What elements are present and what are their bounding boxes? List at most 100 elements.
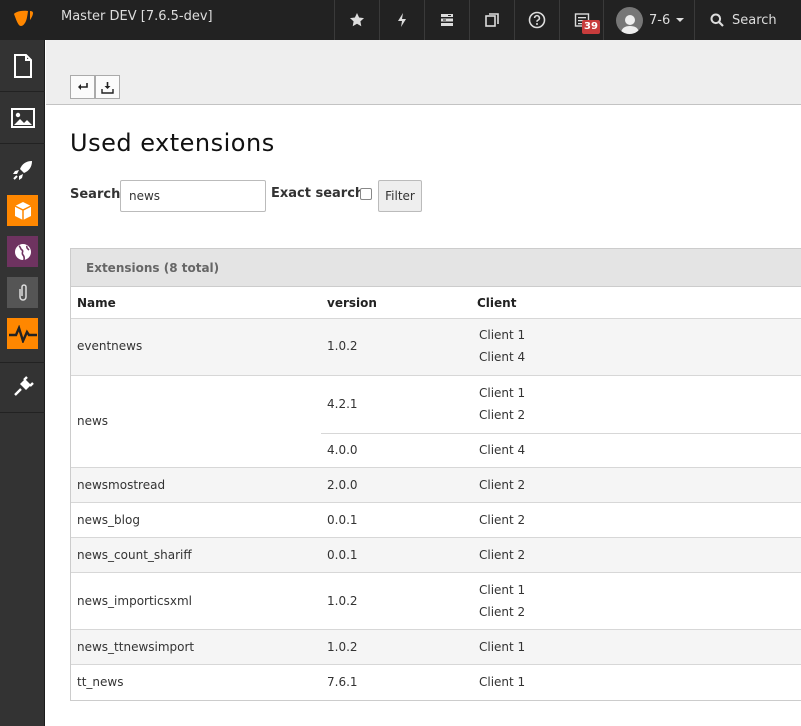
image-icon bbox=[10, 107, 35, 128]
client-name: Client 4 bbox=[479, 443, 526, 457]
table-row: tt_news 7.6.1 Client 1 bbox=[71, 665, 801, 700]
box-icon bbox=[14, 201, 31, 220]
table-row: news_importicsxml 1.0.2 Client 1 Client … bbox=[71, 573, 801, 630]
extension-version: 4.2.1 bbox=[327, 397, 358, 411]
module-extensions[interactable] bbox=[0, 366, 45, 407]
database-icon bbox=[441, 14, 453, 26]
extension-name: eventnews bbox=[77, 339, 143, 353]
extension-name: news_ttnewsimport bbox=[77, 640, 195, 654]
opendocs-button[interactable] bbox=[469, 0, 514, 40]
system-messages-button[interactable]: 39 bbox=[559, 0, 604, 40]
copy-icon bbox=[485, 13, 499, 27]
return-icon bbox=[77, 83, 88, 90]
user-icon bbox=[616, 6, 643, 34]
table-header-row: Name version Client bbox=[71, 287, 801, 319]
extension-version: 1.0.2 bbox=[327, 594, 358, 608]
module-rocket[interactable] bbox=[0, 149, 45, 190]
extension-name: newsmostread bbox=[77, 478, 166, 492]
sidebar-divider bbox=[0, 412, 45, 413]
download-button[interactable] bbox=[95, 75, 120, 99]
rocket-icon bbox=[12, 160, 32, 180]
extension-version: 2.0.0 bbox=[327, 478, 358, 492]
column-header-name: Name bbox=[77, 296, 116, 310]
table-row: news_blog 0.0.1 Client 2 bbox=[71, 503, 801, 538]
client-name: Client 2 bbox=[479, 478, 526, 492]
extension-version: 1.0.2 bbox=[327, 640, 358, 654]
sub-row-divider bbox=[321, 433, 801, 434]
client-name: Client 1 bbox=[479, 328, 526, 342]
module-paperclip[interactable] bbox=[0, 272, 45, 313]
client-name: Client 2 bbox=[479, 408, 526, 422]
return-button[interactable] bbox=[70, 75, 95, 99]
exact-search-label: Exact search bbox=[271, 186, 365, 201]
plug-icon bbox=[13, 375, 34, 396]
pulse-icon bbox=[8, 324, 37, 343]
table-row: news 4.2.1 Client 1 Client 2 4.0.0 Clien… bbox=[71, 376, 801, 468]
notification-badge: 39 bbox=[582, 20, 600, 34]
search-field-label: Search bbox=[70, 187, 121, 202]
help-button[interactable] bbox=[514, 0, 559, 40]
site-name[interactable]: Master DEV [7.6.5-dev] bbox=[61, 0, 213, 40]
extension-version: 0.0.1 bbox=[327, 548, 358, 562]
system-info-button[interactable] bbox=[424, 0, 469, 40]
extension-version: 7.6.1 bbox=[327, 675, 358, 689]
search-icon bbox=[710, 13, 724, 27]
extension-name: tt_news bbox=[77, 675, 124, 689]
client-name: Client 2 bbox=[479, 548, 526, 562]
panel-heading: Extensions (8 total) bbox=[71, 249, 801, 287]
sidebar-divider bbox=[0, 143, 45, 144]
column-header-version: version bbox=[327, 296, 377, 310]
extension-name: news_importicsxml bbox=[77, 594, 192, 608]
search-label: Search bbox=[732, 12, 777, 28]
paperclip-icon bbox=[18, 283, 27, 301]
extension-version: 1.0.2 bbox=[327, 339, 358, 353]
bookmarks-button[interactable] bbox=[334, 0, 379, 40]
typo3-logo-icon[interactable] bbox=[0, 0, 45, 40]
clear-cache-button[interactable] bbox=[379, 0, 424, 40]
search-input[interactable] bbox=[120, 180, 266, 212]
client-name: Client 1 bbox=[479, 583, 526, 597]
extension-name: news bbox=[77, 414, 109, 428]
client-name: Client 2 bbox=[479, 513, 526, 527]
user-menu[interactable]: 7-6 bbox=[603, 0, 694, 40]
extensions-panel: Extensions (8 total) Name version Client… bbox=[70, 248, 801, 701]
extension-name: news_count_shariff bbox=[77, 548, 192, 562]
download-icon bbox=[101, 81, 114, 94]
bolt-icon bbox=[398, 13, 406, 27]
panel-caption: Extensions (8 total) bbox=[86, 261, 220, 275]
username: 7-6 bbox=[649, 12, 671, 28]
module-content: Used extensions Search Exact search Filt… bbox=[46, 105, 801, 726]
page-icon bbox=[13, 53, 32, 78]
column-header-client: Client bbox=[477, 296, 517, 310]
module-box[interactable] bbox=[0, 190, 45, 231]
module-filelist[interactable] bbox=[0, 97, 45, 138]
help-icon bbox=[528, 11, 546, 29]
table-row: eventnews 1.0.2 Client 1 Client 4 bbox=[71, 319, 801, 376]
extension-version: 4.0.0 bbox=[327, 443, 358, 457]
extension-version: 0.0.1 bbox=[327, 513, 358, 527]
sidebar-divider bbox=[0, 91, 45, 92]
extension-name: news_blog bbox=[77, 513, 140, 527]
chevron-down-icon bbox=[676, 18, 685, 22]
docheader bbox=[46, 40, 801, 105]
table-row: news_ttnewsimport 1.0.2 Client 1 bbox=[71, 630, 801, 665]
filter-button[interactable]: Filter bbox=[378, 180, 422, 212]
table-row: newsmostread 2.0.0 Client 2 bbox=[71, 468, 801, 503]
module-page[interactable] bbox=[0, 45, 45, 86]
client-name: Client 1 bbox=[479, 640, 526, 654]
client-name: Client 1 bbox=[479, 675, 526, 689]
exact-search-checkbox[interactable] bbox=[360, 188, 372, 200]
search-toggle[interactable]: Search bbox=[694, 0, 801, 40]
star-icon bbox=[350, 13, 364, 27]
client-name: Client 2 bbox=[479, 605, 526, 619]
client-name: Client 1 bbox=[479, 386, 526, 400]
module-menu bbox=[0, 40, 45, 726]
topbar: Master DEV [7.6.5-dev] 39 7-6 Search bbox=[0, 0, 801, 40]
page-title: Used extensions bbox=[70, 129, 275, 157]
module-globe[interactable] bbox=[0, 231, 45, 272]
globe-icon bbox=[14, 243, 31, 260]
client-name: Client 4 bbox=[479, 350, 526, 364]
sidebar-divider bbox=[0, 362, 45, 363]
table-row: news_count_shariff 0.0.1 Client 2 bbox=[71, 538, 801, 573]
module-pulse[interactable] bbox=[0, 313, 45, 354]
